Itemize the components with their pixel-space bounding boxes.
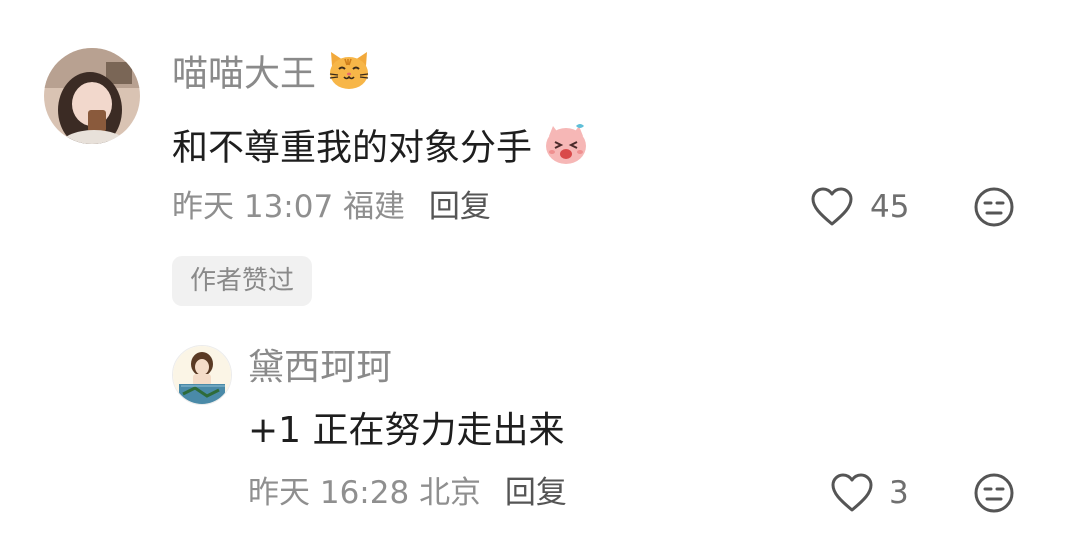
heart-outline-icon xyxy=(810,187,854,232)
commenter-avatar[interactable] xyxy=(44,48,140,144)
reply-reply-button[interactable]: 回复 xyxy=(505,475,567,511)
expressionless-face-icon xyxy=(973,473,1015,518)
reply-like-count: 3 xyxy=(889,475,909,511)
comment-body: 和不尊重我的对象分手 xyxy=(172,122,589,177)
reply-location: 北京 xyxy=(419,475,482,511)
reply-dislike-button[interactable] xyxy=(973,472,1015,518)
commenter-name[interactable]: 喵喵大王 xyxy=(172,50,371,101)
reply-meta: 昨天 16:28 北京 回复 xyxy=(248,473,567,513)
comment-location: 福建 xyxy=(343,189,406,225)
heart-outline-icon xyxy=(830,473,874,518)
reply-text: +1 正在努力走出来 xyxy=(248,410,565,451)
replier-name[interactable]: 黛西珂珂 xyxy=(248,346,392,390)
expressionless-face-icon xyxy=(973,187,1015,232)
like-button[interactable] xyxy=(810,186,854,232)
crying-face-sticker-icon xyxy=(543,122,589,177)
comment-text: 和不尊重我的对象分手 xyxy=(172,127,533,169)
reply-like-button[interactable] xyxy=(830,472,874,518)
comment-meta: 昨天 13:07 福建 回复 xyxy=(172,187,491,227)
like-count: 45 xyxy=(870,189,910,225)
comment-time: 昨天 13:07 xyxy=(172,189,334,225)
reply-button[interactable]: 回复 xyxy=(429,189,491,225)
author-liked-badge: 作者赞过 xyxy=(172,256,313,306)
reply-time: 昨天 16:28 xyxy=(248,475,410,511)
cat-face-emoji-icon xyxy=(327,50,371,101)
dislike-button[interactable] xyxy=(973,186,1015,232)
replier-avatar[interactable] xyxy=(172,345,232,405)
commenter-name-text: 喵喵大王 xyxy=(172,53,317,95)
